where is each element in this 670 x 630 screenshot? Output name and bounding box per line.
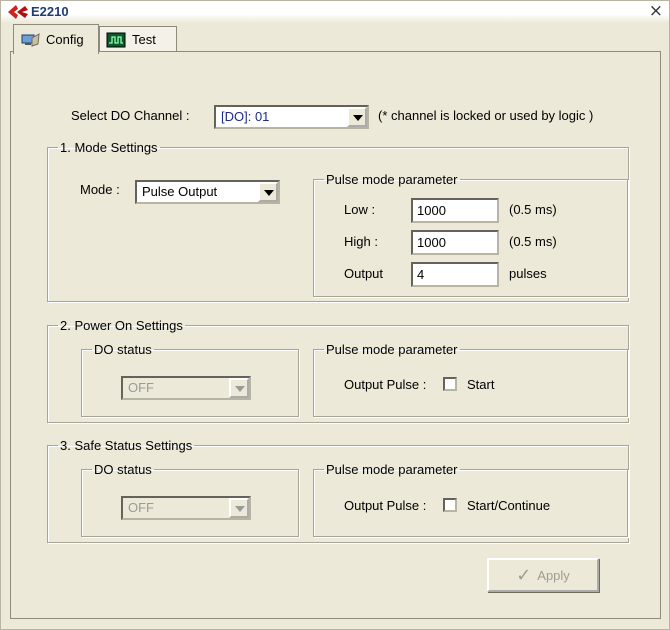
app-logo-icon: [8, 5, 28, 19]
mode-pulse-parameter-title: Pulse mode parameter: [326, 172, 458, 187]
power-on-do-status-select[interactable]: OFF: [121, 376, 251, 400]
tab-config-label: Config: [46, 32, 84, 47]
power-on-dropdown-button[interactable]: [229, 378, 249, 398]
safe-status-start-continue-label[interactable]: Start/Continue: [467, 498, 550, 513]
power-on-do-status-title: DO status: [94, 342, 152, 357]
chevron-down-icon: [235, 506, 245, 512]
window-title: E2210: [31, 4, 69, 19]
safe-status-dropdown-button[interactable]: [229, 498, 249, 518]
tab-test-label: Test: [132, 32, 156, 47]
channel-note: (* channel is locked or used by logic ): [378, 108, 594, 123]
tab-test[interactable]: Test: [99, 26, 177, 52]
mode-settings-title: 1. Mode Settings: [60, 140, 158, 155]
mode-value: Pulse Output: [142, 184, 218, 199]
channel-select[interactable]: [DO]: 01: [214, 105, 369, 129]
chevron-down-icon: [264, 190, 274, 196]
power-on-output-pulse-label: Output Pulse :: [344, 377, 427, 392]
test-icon: [106, 32, 126, 47]
chevron-down-icon: [353, 115, 363, 121]
tab-config[interactable]: Config: [13, 24, 99, 54]
config-icon: [21, 32, 40, 47]
checkmark-icon: ✓: [516, 564, 532, 586]
power-on-settings-title: 2. Power On Settings: [60, 318, 183, 333]
close-icon[interactable]: ×: [649, 2, 663, 20]
high-unit: (0.5 ms): [509, 234, 557, 249]
safe-status-do-status-select[interactable]: OFF: [121, 496, 251, 520]
high-label: High :: [344, 234, 378, 249]
chevron-down-icon: [235, 386, 245, 392]
mode-dropdown-button[interactable]: [258, 182, 278, 202]
power-on-start-checkbox[interactable]: [443, 377, 457, 391]
safe-status-output-pulse-label: Output Pulse :: [344, 498, 427, 513]
title-bar[interactable]: E2210 ×: [1, 1, 669, 23]
power-on-start-label[interactable]: Start: [467, 377, 494, 392]
low-label: Low :: [344, 202, 376, 217]
safe-status-start-continue-checkbox[interactable]: [443, 498, 457, 512]
channel-dropdown-button[interactable]: [347, 107, 367, 127]
safe-status-do-status-title: DO status: [94, 462, 152, 477]
low-input[interactable]: [411, 198, 499, 223]
mode-label: Mode :: [80, 182, 120, 197]
safe-status-settings-title: 3. Safe Status Settings: [60, 438, 193, 453]
output-label: Output: [344, 266, 384, 281]
channel-value: [DO]: 01: [221, 109, 270, 124]
apply-button[interactable]: ✓ Apply: [487, 558, 599, 592]
apply-label: Apply: [537, 567, 570, 583]
power-on-pulse-parameter-title: Pulse mode parameter: [326, 342, 458, 357]
config-panel: Select DO Channel : [DO]: 01 (* channel …: [10, 51, 661, 619]
low-unit: (0.5 ms): [509, 202, 557, 217]
output-unit: pulses: [509, 266, 547, 281]
channel-label: Select DO Channel :: [71, 108, 190, 123]
safe-status-do-status-value: OFF: [128, 500, 154, 515]
safe-status-pulse-parameter-title: Pulse mode parameter: [326, 462, 458, 477]
high-input[interactable]: [411, 230, 499, 255]
power-on-do-status-value: OFF: [128, 380, 154, 395]
mode-select[interactable]: Pulse Output: [135, 180, 280, 204]
app-window: E2210 × Config Test Select DO Channel : …: [0, 0, 670, 630]
output-input[interactable]: [411, 262, 499, 287]
